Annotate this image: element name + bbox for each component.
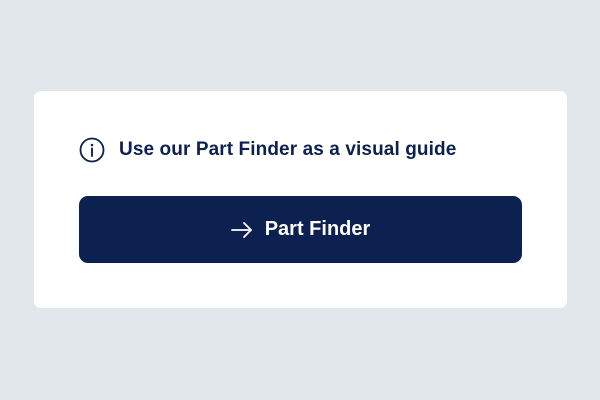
- part-finder-button[interactable]: Part Finder: [79, 196, 522, 263]
- part-finder-card: Use our Part Finder as a visual guide Pa…: [34, 91, 567, 308]
- info-row: Use our Part Finder as a visual guide: [79, 137, 456, 163]
- part-finder-button-label: Part Finder: [264, 218, 371, 240]
- info-text: Use our Part Finder as a visual guide: [119, 139, 457, 160]
- arrow-right-icon: [230, 221, 253, 239]
- info-circle-icon: [79, 137, 105, 163]
